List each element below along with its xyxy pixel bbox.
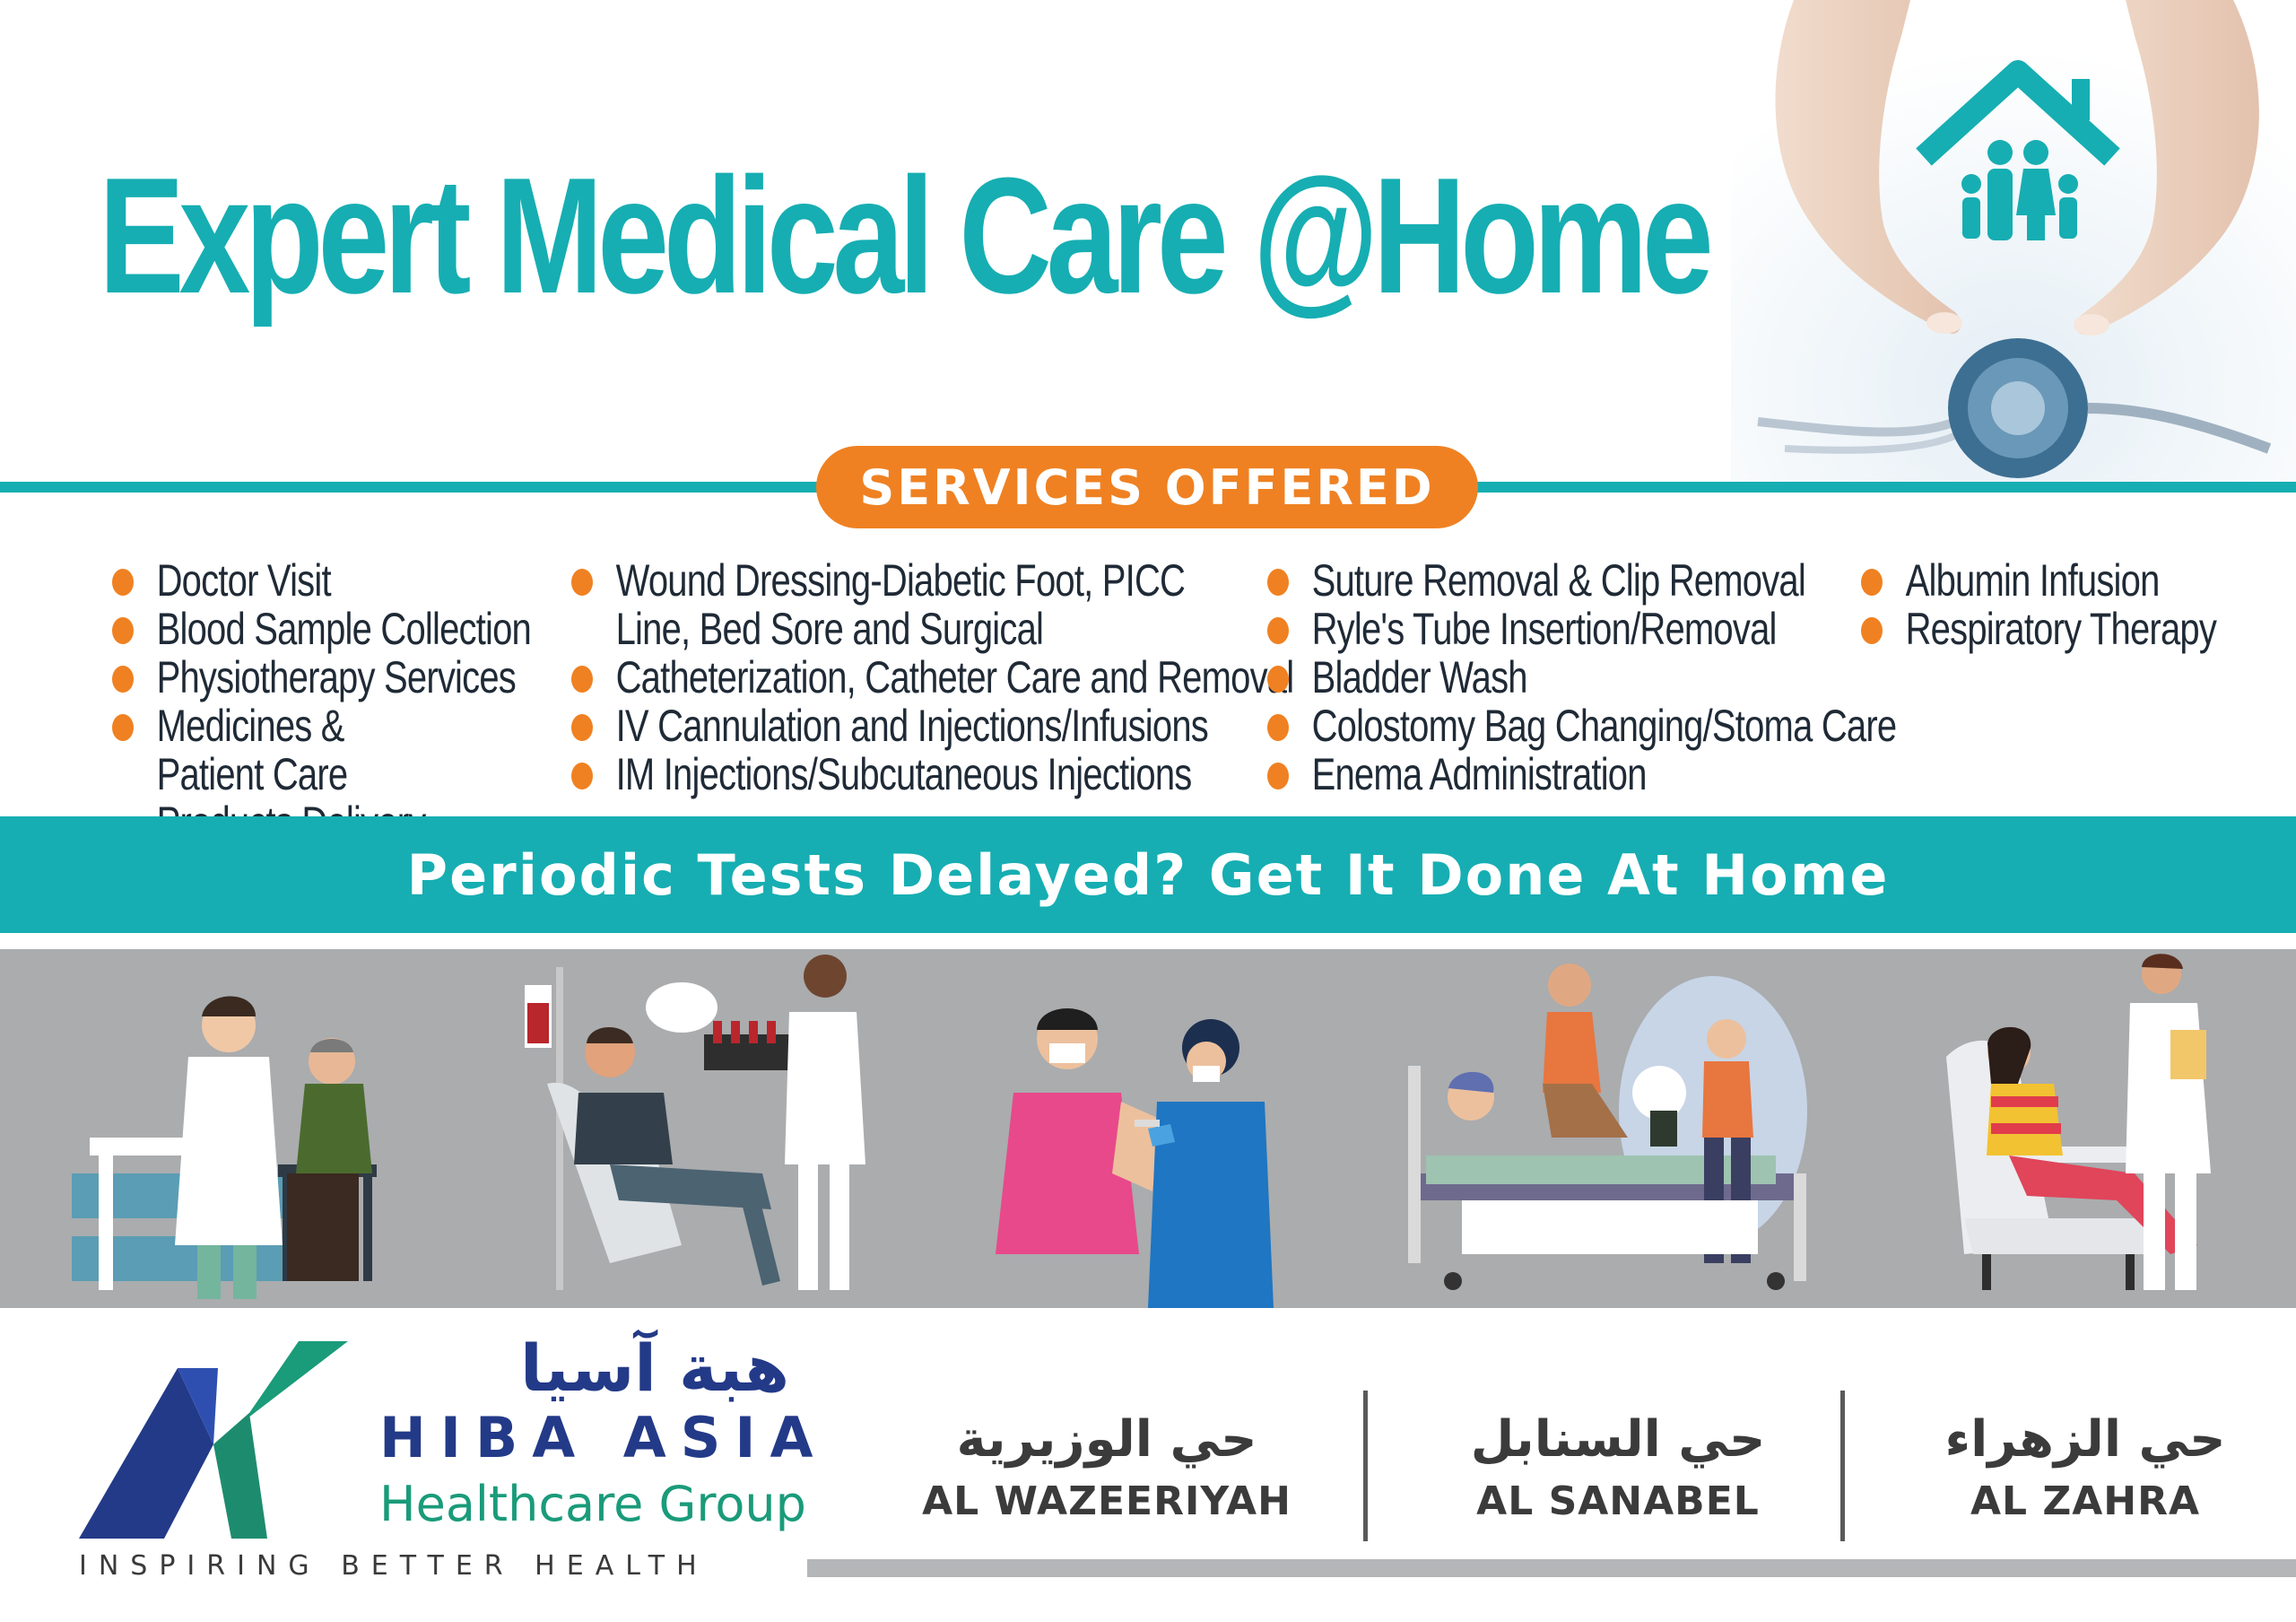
bullet-dot-icon: [571, 763, 593, 789]
hero-illustration: [1731, 0, 2296, 484]
service-item: Enema Administration: [1267, 750, 1896, 798]
bullet-dot-icon: [1267, 763, 1289, 789]
bullet-dot-icon: [571, 666, 593, 693]
hiba-asia-logo-icon: [79, 1341, 348, 1539]
services-offered-badge: SERVICES OFFERED: [816, 446, 1478, 528]
service-item: IV Cannulation and Injections/Infusions: [571, 702, 1293, 750]
protective-hands-icon: [1731, 0, 2296, 484]
bullet-dot-icon: [1861, 617, 1883, 644]
brand-name: HIBA ASIA: [379, 1405, 828, 1470]
service-item: IM Injections/Subcutaneous Injections: [571, 750, 1293, 798]
branch-name: AL WAZEERIYAH: [922, 1478, 1292, 1524]
bullet-dot-icon: [112, 569, 134, 596]
brand-arabic-name: هبة آسيا: [520, 1330, 789, 1406]
branch-divider: [1840, 1391, 1845, 1541]
bullet-dot-icon: [1861, 569, 1883, 596]
branch-divider: [1363, 1391, 1368, 1541]
brand-subtitle: Healthcare Group: [379, 1476, 806, 1532]
headline: Expert Medical Care @Home: [99, 143, 1714, 327]
footer-line: [807, 1559, 2296, 1577]
branch-name: AL ZAHRA: [1970, 1478, 2201, 1524]
service-item: Ryle's Tube Insertion/Removal: [1267, 605, 1896, 653]
bullet-dot-icon: [571, 569, 593, 596]
bullet-dot-icon: [112, 617, 134, 644]
vaccination-illustration: [978, 949, 1300, 1308]
services-column-1: Doctor Visit Blood Sample Collection Phy…: [112, 556, 636, 847]
services-column-4: Albumin Infusion Respiratory Therapy: [1861, 556, 2296, 653]
service-item: Blood Sample Collection: [112, 605, 532, 653]
bullet-dot-icon: [571, 714, 593, 741]
branch-arabic-name: حي الوزيرية: [956, 1410, 1257, 1469]
doctor-visit-illustration: [54, 949, 439, 1308]
branch-al-sanabel: حي السنابل AL SANABEL: [1403, 1408, 1833, 1529]
bullet-dot-icon: [112, 714, 134, 741]
care-illustrations-band: [0, 949, 2296, 1308]
flyer-page: Expert Medical Care @Home SERVICES OFFER…: [0, 0, 2296, 1622]
brand-tagline: INSPIRING BETTER HEALTH: [79, 1550, 709, 1582]
bullet-dot-icon: [1267, 569, 1289, 596]
banner-text: Periodic Tests Delayed? Get It Done At H…: [406, 842, 1890, 908]
branch-al-wazeeriyah: حي الوزيرية AL WAZEERIYAH: [891, 1408, 1322, 1529]
branch-al-zahra: حي الزهراء AL ZAHRA: [1870, 1408, 2296, 1529]
branch-name: AL SANABEL: [1476, 1478, 1760, 1524]
bullet-dot-icon: [1267, 714, 1289, 741]
service-item: Doctor Visit: [112, 556, 531, 605]
branch-arabic-name: حي السنابل: [1470, 1410, 1766, 1469]
service-item: Wound Dressing-Diabetic Foot, PICC Line,…: [571, 556, 1190, 653]
bullet-dot-icon: [112, 666, 134, 693]
branch-arabic-name: حي الزهراء: [1944, 1410, 2226, 1469]
bullet-dot-icon: [1267, 666, 1289, 693]
service-item: Albumin Infusion: [1861, 556, 2216, 605]
periodic-tests-banner: Periodic Tests Delayed? Get It Done At H…: [0, 816, 2296, 933]
service-item: Suture Removal & Clip Removal: [1267, 556, 1896, 605]
service-item: Catheterization, Catheter Care and Remov…: [571, 653, 1294, 702]
hospital-bed-illustration: [1399, 949, 1812, 1308]
service-item: Physiotherapy Services: [112, 653, 531, 702]
blood-sample-illustration: [502, 949, 888, 1308]
infusion-chair-illustration: [1928, 949, 2269, 1308]
service-item: Colostomy Bag Changing/Stoma Care: [1267, 702, 1897, 750]
service-item: Respiratory Therapy: [1861, 605, 2217, 653]
service-item: Bladder Wash: [1267, 653, 1896, 702]
bullet-dot-icon: [1267, 617, 1289, 644]
